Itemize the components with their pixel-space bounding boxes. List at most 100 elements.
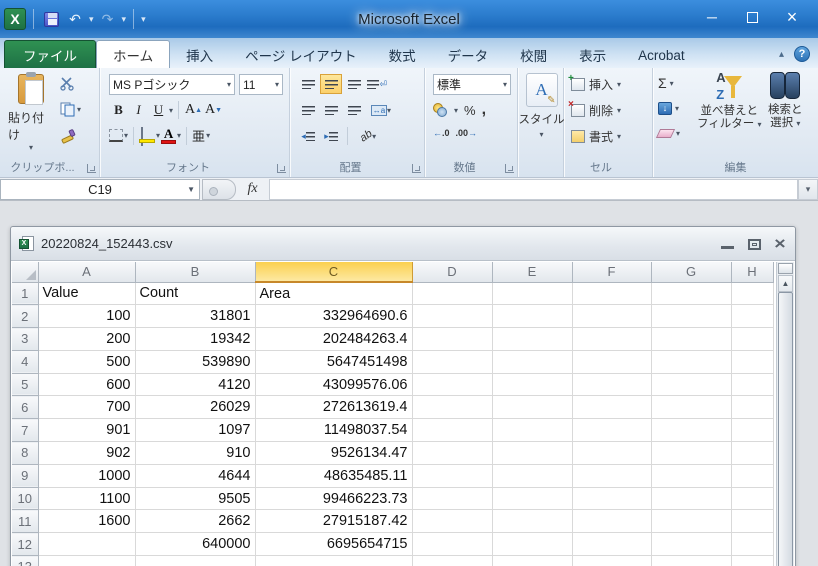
redo-dropdown-icon[interactable]: ▾ — [122, 14, 127, 25]
tab-formulas[interactable]: 数式 — [373, 42, 432, 68]
cell-C12[interactable]: 6695654715 — [255, 533, 412, 556]
comma-style-button[interactable]: , — [482, 101, 486, 119]
cell-E3[interactable] — [492, 328, 572, 351]
undo-button[interactable]: ↶ — [65, 9, 85, 29]
help-icon[interactable]: ? — [794, 46, 810, 62]
row-header-3[interactable]: 3 — [12, 328, 38, 351]
redo-button[interactable]: ↷ — [98, 9, 118, 29]
cell-E13[interactable] — [492, 556, 572, 566]
align-middle-button[interactable] — [320, 74, 342, 94]
cell-D7[interactable] — [412, 419, 492, 442]
close-button[interactable]: × — [772, 0, 812, 34]
cell-F7[interactable] — [572, 419, 651, 442]
scroll-up-icon[interactable]: ▲ — [778, 275, 793, 292]
find-select-button[interactable]: 検索と選択 ▾ — [768, 72, 803, 130]
cell-F6[interactable] — [572, 396, 651, 419]
cell-E4[interactable] — [492, 350, 572, 373]
cell-A6[interactable]: 700 — [38, 396, 135, 419]
paste-dropdown-icon[interactable]: ▾ — [29, 143, 33, 152]
maximize-button[interactable] — [732, 0, 772, 34]
borders-dropdown-icon[interactable]: ▾ — [124, 131, 128, 140]
cell-G1[interactable] — [651, 282, 731, 305]
cell-C10[interactable]: 99466223.73 — [255, 487, 412, 510]
cell-C11[interactable]: 27915187.42 — [255, 510, 412, 533]
font-dialog-launcher-icon[interactable] — [277, 164, 286, 173]
decrease-decimal-button[interactable]: .00→ — [456, 128, 478, 138]
doc-close-button[interactable]: × — [774, 234, 785, 254]
row-header-7[interactable]: 7 — [12, 419, 38, 442]
column-header-D[interactable]: D — [412, 262, 492, 282]
excel-app-icon[interactable]: X — [4, 8, 26, 30]
row-header-8[interactable]: 8 — [12, 442, 38, 465]
cell-G2[interactable] — [651, 305, 731, 328]
cell-H7[interactable] — [731, 419, 773, 442]
cell-E1[interactable] — [492, 282, 572, 305]
cell-G3[interactable] — [651, 328, 731, 351]
cell-G13[interactable] — [651, 556, 731, 566]
cell-B12[interactable]: 640000 — [135, 533, 255, 556]
cell-C6[interactable]: 272613619.4 — [255, 396, 412, 419]
cell-E10[interactable] — [492, 487, 572, 510]
align-left-button[interactable] — [297, 100, 319, 120]
copy-button[interactable]: ▾ — [60, 102, 81, 117]
cell-H8[interactable] — [731, 442, 773, 465]
underline-dropdown-icon[interactable]: ▾ — [169, 106, 173, 115]
format-painter-button[interactable] — [60, 128, 76, 144]
cell-G8[interactable] — [651, 442, 731, 465]
format-cells-button[interactable]: 書式▾ — [571, 128, 621, 145]
cell-A2[interactable]: 100 — [38, 305, 135, 328]
cell-A12[interactable] — [38, 533, 135, 556]
cell-E12[interactable] — [492, 533, 572, 556]
vertical-scrollbar[interactable]: ▲ — [776, 262, 794, 566]
split-box[interactable] — [778, 263, 793, 274]
percent-style-button[interactable]: % — [464, 103, 476, 118]
tab-file[interactable]: ファイル — [4, 40, 96, 68]
fill-color-icon[interactable] — [139, 128, 155, 143]
tab-data[interactable]: データ — [432, 42, 505, 68]
number-dialog-launcher-icon[interactable] — [505, 164, 514, 173]
wrap-text-button[interactable]: ⏎ — [366, 74, 388, 94]
document-title-bar[interactable]: X 20220824_152443.csv × — [11, 227, 795, 261]
cell-G10[interactable] — [651, 487, 731, 510]
font-size-combo[interactable]: 11▾ — [239, 74, 283, 95]
row-header-9[interactable]: 9 — [12, 464, 38, 487]
number-format-combo[interactable]: 標準▾ — [433, 74, 511, 95]
borders-icon[interactable] — [109, 129, 123, 142]
sort-filter-button[interactable]: AZ 並べ替えとフィルター ▾ — [697, 72, 762, 131]
cell-E2[interactable] — [492, 305, 572, 328]
cell-D6[interactable] — [412, 396, 492, 419]
row-header-10[interactable]: 10 — [12, 487, 38, 510]
cell-D9[interactable] — [412, 464, 492, 487]
row-header-6[interactable]: 6 — [12, 396, 38, 419]
column-header-H[interactable]: H — [731, 262, 773, 282]
cell-A5[interactable]: 600 — [38, 373, 135, 396]
insert-function-button[interactable]: fx — [236, 179, 270, 200]
cell-G4[interactable] — [651, 350, 731, 373]
insert-cells-button[interactable]: 挿入▾ — [571, 76, 621, 93]
tab-insert[interactable]: 挿入 — [170, 42, 229, 68]
font-name-combo[interactable]: MS Pゴシック▾ — [109, 74, 235, 95]
cell-E6[interactable] — [492, 396, 572, 419]
scrollbar-thumb[interactable] — [778, 292, 793, 566]
cell-H10[interactable] — [731, 487, 773, 510]
cell-A1[interactable]: Value — [38, 282, 135, 305]
cell-A13[interactable] — [38, 556, 135, 566]
formula-input[interactable] — [270, 179, 798, 200]
cell-B5[interactable]: 4120 — [135, 373, 255, 396]
cell-E5[interactable] — [492, 373, 572, 396]
shrink-font-button[interactable]: A▼ — [204, 100, 223, 120]
cell-H3[interactable] — [731, 328, 773, 351]
cell-D13[interactable] — [412, 556, 492, 566]
cell-A7[interactable]: 901 — [38, 419, 135, 442]
align-top-button[interactable] — [297, 74, 319, 94]
cell-A10[interactable]: 1100 — [38, 487, 135, 510]
underline-button[interactable]: U — [149, 100, 168, 120]
font-color-dropdown-icon[interactable]: ▾ — [177, 131, 181, 140]
row-header-11[interactable]: 11 — [12, 510, 38, 533]
autosum-button[interactable]: Σ▾ — [658, 74, 680, 92]
cell-C3[interactable]: 202484263.4 — [255, 328, 412, 351]
align-bottom-button[interactable] — [343, 74, 365, 94]
currency-icon[interactable] — [433, 103, 448, 117]
select-all-corner[interactable] — [12, 262, 38, 282]
phonetic-dropdown-icon[interactable]: ▾ — [206, 131, 210, 140]
